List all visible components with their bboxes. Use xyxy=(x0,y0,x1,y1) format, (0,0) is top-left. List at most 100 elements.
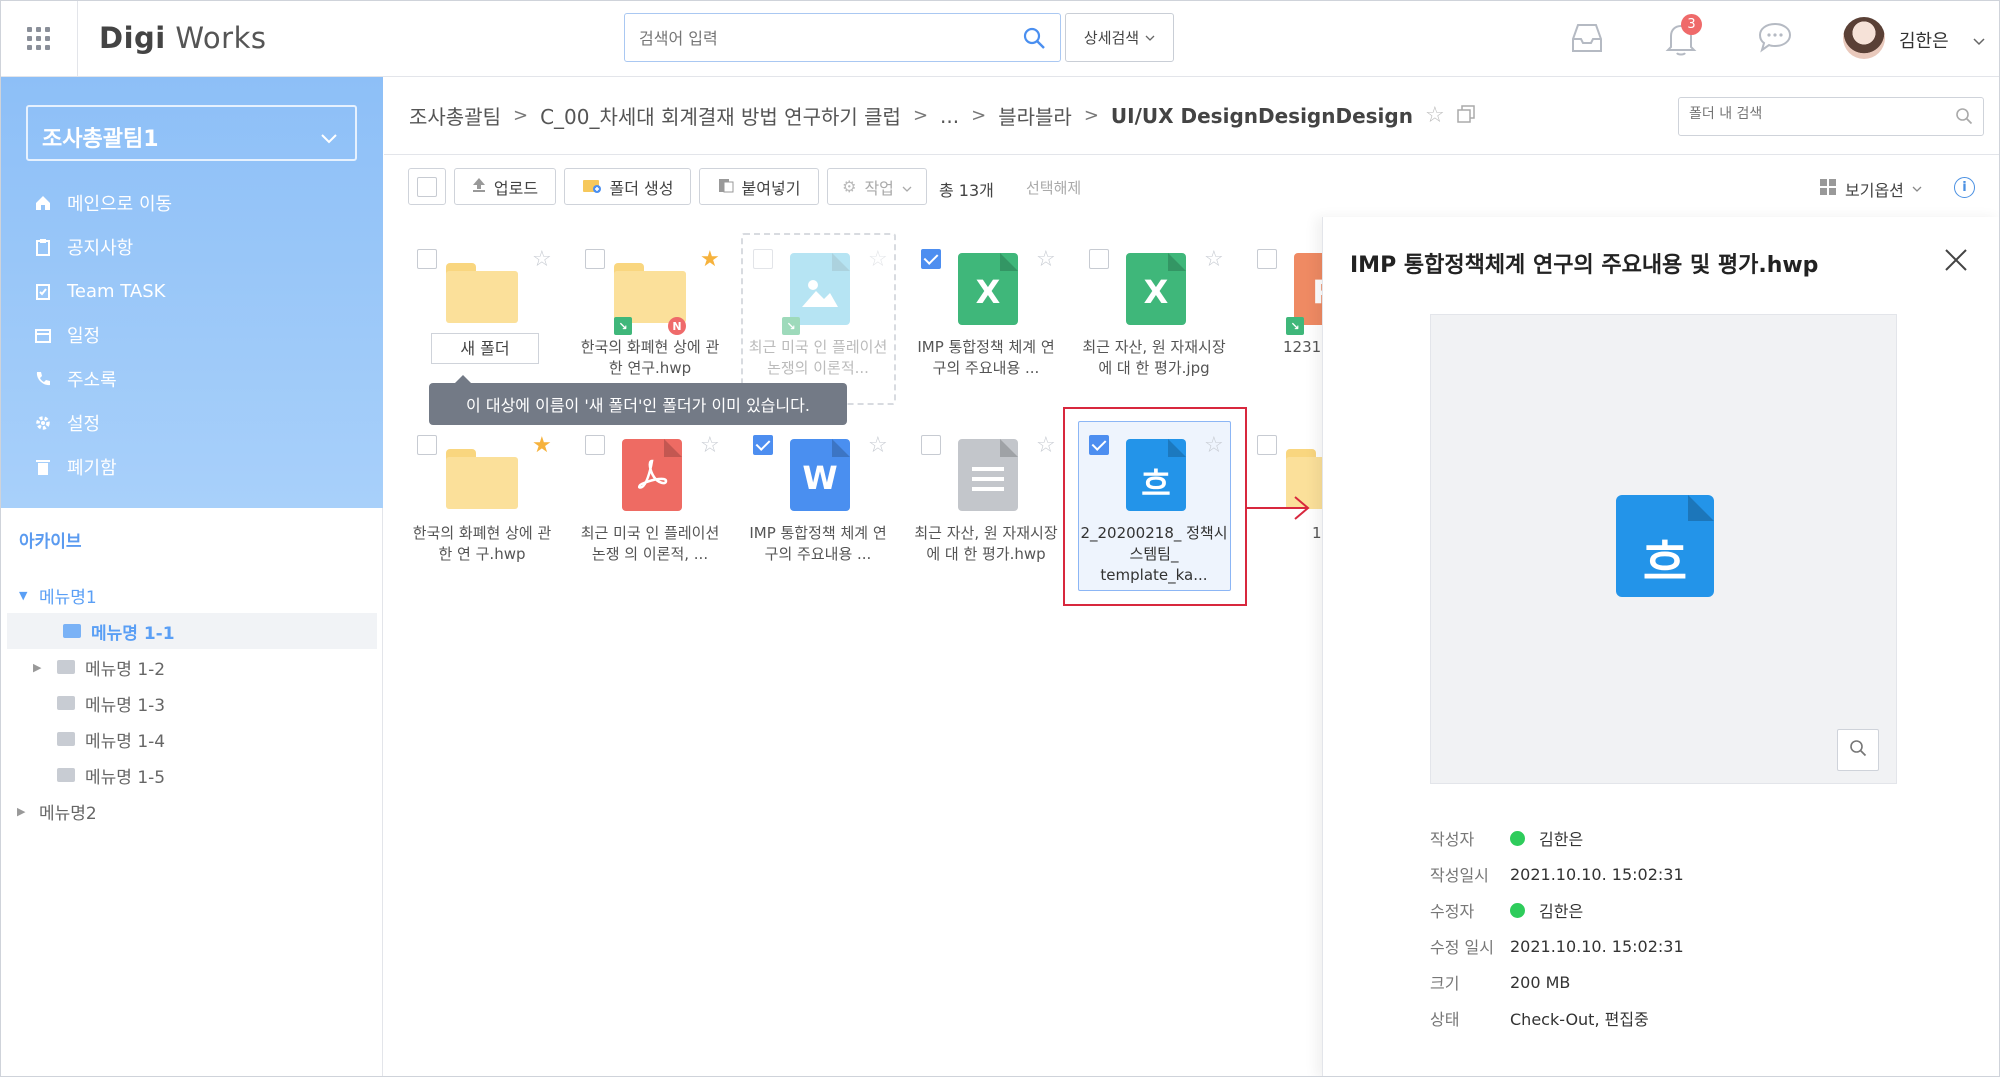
star-icon[interactable]: ★ xyxy=(532,433,552,458)
chevron-down-icon xyxy=(321,125,337,150)
star-icon[interactable]: ★ xyxy=(700,247,720,272)
sidebar-item-settings[interactable]: 설정 xyxy=(33,401,172,445)
file-checkbox[interactable] xyxy=(753,435,773,455)
file-item[interactable]: ★ 한국의 화폐현 상에 관한 연 구.hwp xyxy=(407,419,557,589)
folder-search-input[interactable] xyxy=(1689,106,1939,122)
zoom-button[interactable] xyxy=(1837,729,1879,771)
folder-icon xyxy=(446,253,518,325)
star-icon[interactable]: ☆ xyxy=(1425,103,1445,128)
inbox-icon[interactable] xyxy=(1569,21,1605,59)
new-folder-button[interactable]: 폴더 생성 xyxy=(564,168,691,205)
breadcrumb-item[interactable]: 조사총괄팀 xyxy=(409,101,501,130)
file-checkbox[interactable] xyxy=(417,249,437,269)
tree-item[interactable]: 메뉴명 1-4 xyxy=(1,721,383,757)
view-options-button[interactable]: 보기옵션 xyxy=(1819,177,1922,201)
file-item[interactable]: P ↘ 1231 xyxy=(1247,233,1322,403)
total-count: 총 13개 xyxy=(939,181,994,200)
breadcrumb-item[interactable]: ... xyxy=(940,104,959,128)
star-icon[interactable]: ☆ xyxy=(1036,247,1056,272)
upload-button[interactable]: 업로드 xyxy=(454,168,556,205)
file-name: 최근 자산, 원 자재시장에 대 한 평가.jpg xyxy=(1082,338,1226,377)
hwp-file-icon: 흐 xyxy=(1616,495,1714,597)
file-checkbox[interactable] xyxy=(585,435,605,455)
file-checkbox[interactable] xyxy=(1089,249,1109,269)
phone-icon xyxy=(33,369,53,389)
tree-item[interactable]: ▼ 메뉴명1 xyxy=(1,577,383,613)
file-checkbox[interactable] xyxy=(417,435,437,455)
online-status-icon xyxy=(1510,830,1525,846)
file-checkbox[interactable] xyxy=(921,249,941,269)
app-grid-icon[interactable] xyxy=(27,27,51,51)
upload-icon xyxy=(472,177,486,197)
file-item[interactable]: ☆ W IMP 통합정책 체계 연구의 주요내용 ... xyxy=(743,419,893,589)
search-input[interactable] xyxy=(639,25,999,51)
file-checkbox[interactable] xyxy=(1257,435,1277,455)
team-selector[interactable]: 조사총괄팀1 xyxy=(26,105,357,161)
file-name: 1 xyxy=(1312,524,1322,542)
file-detail-panel: IMP 통합정책체계 연구의 주요내용 및 평가.hwp 흐 작성자 김한은 작성… xyxy=(1322,217,1999,1076)
breadcrumb-item[interactable]: 블라블라 xyxy=(998,101,1072,130)
file-checkbox[interactable] xyxy=(1257,249,1277,269)
meta-row: 수정 일시 2021.10.10. 15:02:31 xyxy=(1430,936,1684,958)
close-icon[interactable] xyxy=(1943,247,1969,277)
action-dropdown[interactable]: ⚙ 작업 xyxy=(827,168,927,205)
excel-file-icon: X xyxy=(1118,253,1190,325)
archive-tree: ▼ 메뉴명1 메뉴명 1-1 ▶ 메뉴명 1-2 메뉴명 1-3 메뉴명 1-4 메… xyxy=(1,577,383,829)
caret-right-icon[interactable]: ▶ xyxy=(17,805,25,818)
gear-icon xyxy=(33,413,53,433)
sidebar-item-schedule[interactable]: 일정 xyxy=(33,313,172,357)
meta-row: 크기 200 MB xyxy=(1430,972,1571,994)
paste-button[interactable]: 붙여넣기 xyxy=(699,168,819,205)
tree-item[interactable]: 메뉴명 1-3 xyxy=(1,685,383,721)
file-item[interactable]: ☆ X 최근 자산, 원 자재시장에 대 한 평가.jpg xyxy=(1079,233,1229,403)
tree-item[interactable]: ▶ 메뉴명 1-2 xyxy=(1,649,383,685)
star-icon[interactable]: ☆ xyxy=(868,433,888,458)
callout-highlight-box xyxy=(1063,407,1247,606)
file-item[interactable]: ☆ 최근 미국 인 플레이션 논쟁 의 이론적, ... xyxy=(575,419,725,589)
file-item[interactable]: ★ ↘ N 한국의 화폐현 상에 관한 연구.hwp xyxy=(575,233,725,403)
folder-icon xyxy=(57,696,75,710)
sidebar-item-notice[interactable]: 공지사항 xyxy=(33,225,172,269)
star-icon[interactable]: ☆ xyxy=(532,247,552,272)
grid-view-icon xyxy=(1819,178,1837,200)
advanced-search-button[interactable]: 상세검색 xyxy=(1065,13,1174,62)
file-name: 최근 미국 인 플레이션 논쟁 의 이론적, ... xyxy=(580,524,720,563)
chevron-down-icon[interactable] xyxy=(1973,31,1985,50)
star-icon[interactable]: ☆ xyxy=(1204,247,1224,272)
star-icon[interactable]: ☆ xyxy=(868,247,888,272)
file-checkbox[interactable] xyxy=(753,249,773,269)
pdf-file-icon xyxy=(614,439,686,511)
file-item[interactable]: ☆ ↘ 최근 미국 인 플레이션 논쟁의 이론적... xyxy=(743,233,893,403)
rename-input[interactable]: 새 폴더 xyxy=(431,333,539,364)
file-checkbox[interactable] xyxy=(585,249,605,269)
sidebar-item-team-task[interactable]: Team TASK xyxy=(33,269,172,313)
deselect-link[interactable]: 선택해제 xyxy=(1026,177,1081,198)
chat-icon[interactable] xyxy=(1757,21,1793,57)
file-item[interactable]: ☆ 새 폴더 xyxy=(407,233,557,403)
image-file-icon: ↘ xyxy=(782,253,854,335)
avatar[interactable] xyxy=(1843,17,1885,59)
file-item[interactable]: ☆ 최근 자산, 원 자재시장에 대 한 평가.hwp xyxy=(911,419,1061,589)
search-icon[interactable] xyxy=(1022,26,1046,54)
tree-item[interactable]: 메뉴명 1-1 xyxy=(7,613,377,649)
sidebar-item-contacts[interactable]: 주소록 xyxy=(33,357,172,401)
search-icon[interactable] xyxy=(1955,107,1973,129)
file-item[interactable]: ☆ X IMP 통합정책 체계 연구의 주요내용 ... xyxy=(911,233,1061,403)
star-icon[interactable]: ☆ xyxy=(1036,433,1056,458)
tree-item[interactable]: ▶ 메뉴명2 xyxy=(1,793,383,829)
info-icon[interactable]: i xyxy=(1954,177,1975,198)
file-name: 최근 미국 인 플레이션 논쟁의 이론적... xyxy=(748,338,888,377)
tree-item[interactable]: 메뉴명 1-5 xyxy=(1,757,383,793)
select-all-checkbox[interactable] xyxy=(408,168,446,205)
sidebar-item-main[interactable]: 메인으로 이동 xyxy=(33,181,172,225)
top-header: Digi Works 상세검색 3 김한은 xyxy=(1,1,1999,77)
sidebar-item-trash[interactable]: 폐기함 xyxy=(33,445,172,489)
caret-down-icon[interactable]: ▼ xyxy=(19,589,27,602)
breadcrumb-item[interactable]: C_00_차세대 회계결재 방법 연구하기 클럽 xyxy=(540,101,901,130)
star-icon[interactable]: ☆ xyxy=(700,433,720,458)
user-name[interactable]: 김한은 xyxy=(1899,27,1949,53)
app-logo[interactable]: Digi Works xyxy=(99,21,266,55)
copy-icon[interactable] xyxy=(1456,104,1475,128)
file-checkbox[interactable] xyxy=(921,435,941,455)
caret-right-icon[interactable]: ▶ xyxy=(33,661,41,674)
